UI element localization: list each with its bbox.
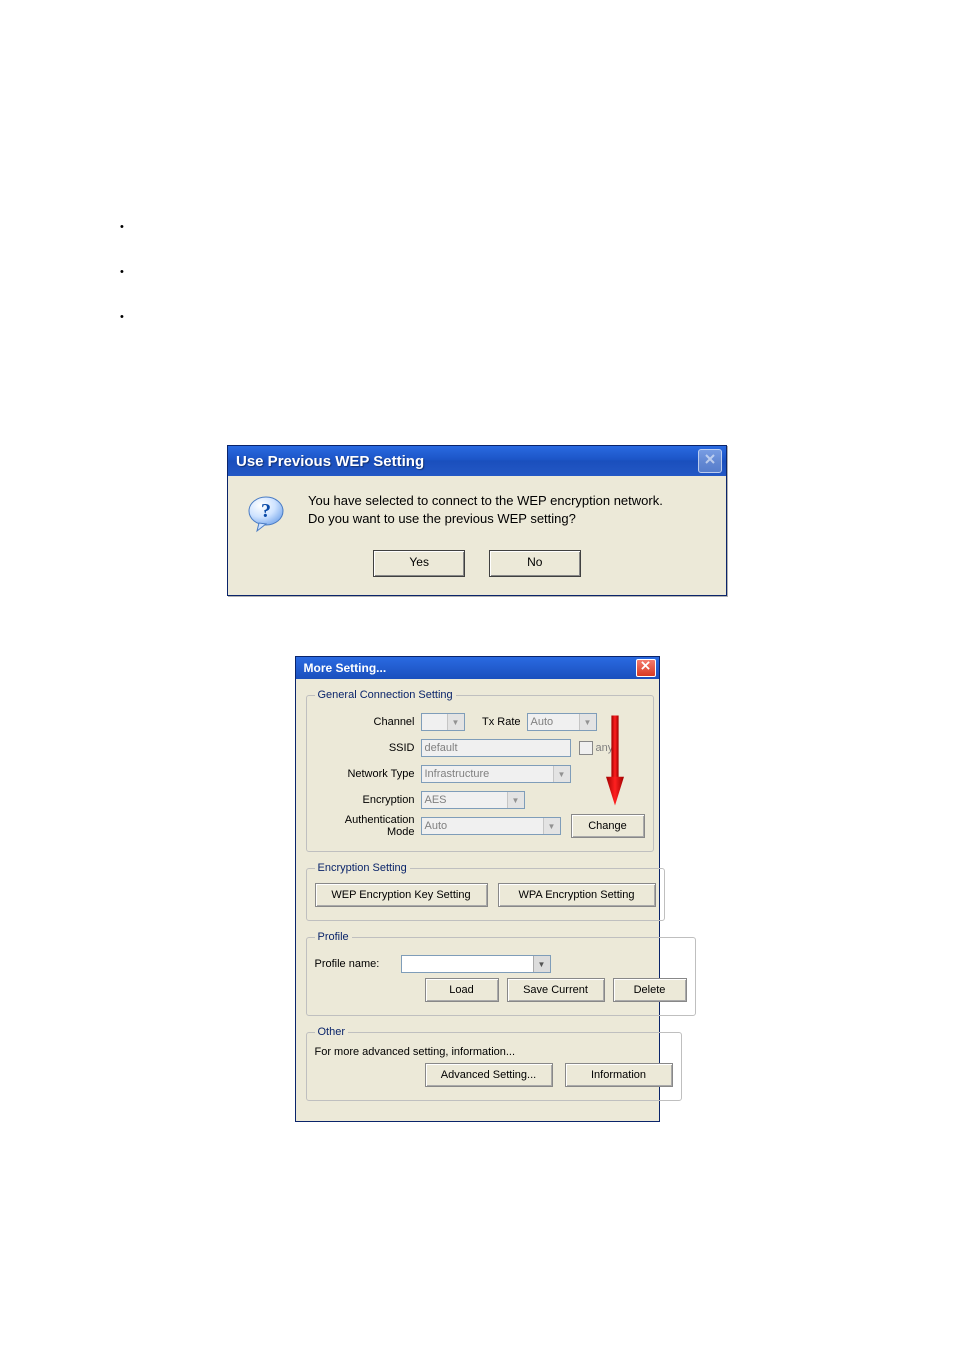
bullet: • (120, 265, 839, 280)
network-type-label: Network Type (315, 768, 421, 780)
profile-group: Profile Profile name: ▼ Load Save Curren… (306, 931, 696, 1016)
auth-mode-label: Authentication Mode (315, 814, 421, 838)
other-group: Other For more advanced setting, informa… (306, 1026, 682, 1101)
svg-text:?: ? (261, 500, 271, 522)
encryption-setting-group: Encryption Setting WEP Encryption Key Se… (306, 862, 665, 921)
close-icon[interactable] (636, 659, 656, 677)
use-previous-wep-dialog: Use Previous WEP Setting (227, 445, 727, 596)
txrate-label: Tx Rate (465, 716, 527, 728)
wpa-setting-button[interactable]: WPA Encryption Setting (498, 883, 656, 907)
change-button[interactable]: Change (571, 814, 645, 838)
dialog-message: You have selected to connect to the WEP … (308, 492, 663, 534)
bullet: • (120, 220, 839, 235)
general-connection-group: General Connection Setting Channel ▼ Tx … (306, 689, 654, 852)
encryption-label: Encryption (315, 794, 421, 806)
question-icon: ? (246, 494, 286, 534)
advanced-setting-button[interactable]: Advanced Setting... (425, 1063, 553, 1087)
bullet: • (120, 310, 839, 325)
close-icon[interactable] (698, 449, 722, 473)
bullet-list: • • • (115, 220, 839, 325)
dialog-titlebar[interactable]: More Setting... (296, 657, 659, 679)
channel-select[interactable]: ▼ (421, 713, 465, 731)
load-button[interactable]: Load (425, 978, 499, 1002)
more-setting-window: More Setting... (295, 656, 660, 1122)
any-checkbox[interactable]: any (579, 741, 614, 755)
other-description: For more advanced setting, information..… (315, 1046, 673, 1058)
ssid-input[interactable]: default (421, 739, 571, 757)
save-current-button[interactable]: Save Current (507, 978, 605, 1002)
profile-name-label: Profile name: (315, 958, 401, 970)
group-legend: Encryption Setting (315, 862, 410, 874)
wep-key-setting-button[interactable]: WEP Encryption Key Setting (315, 883, 488, 907)
no-button[interactable]: No (489, 550, 581, 577)
channel-label: Channel (315, 716, 421, 728)
dialog-titlebar[interactable]: Use Previous WEP Setting (228, 446, 726, 476)
window-title: More Setting... (304, 661, 387, 675)
profile-name-select[interactable]: ▼ (401, 955, 551, 973)
group-legend: Profile (315, 931, 352, 943)
yes-button[interactable]: Yes (373, 550, 465, 577)
network-type-select[interactable]: Infrastructure▼ (421, 765, 571, 783)
auth-mode-select[interactable]: Auto▼ (421, 817, 561, 835)
group-legend: General Connection Setting (315, 689, 456, 701)
information-button[interactable]: Information (565, 1063, 673, 1087)
dialog-title: Use Previous WEP Setting (236, 453, 424, 470)
group-legend: Other (315, 1026, 349, 1038)
encryption-select[interactable]: AES▼ (421, 791, 525, 809)
ssid-label: SSID (315, 742, 421, 754)
txrate-select[interactable]: Auto▼ (527, 713, 597, 731)
delete-button[interactable]: Delete (613, 978, 687, 1002)
